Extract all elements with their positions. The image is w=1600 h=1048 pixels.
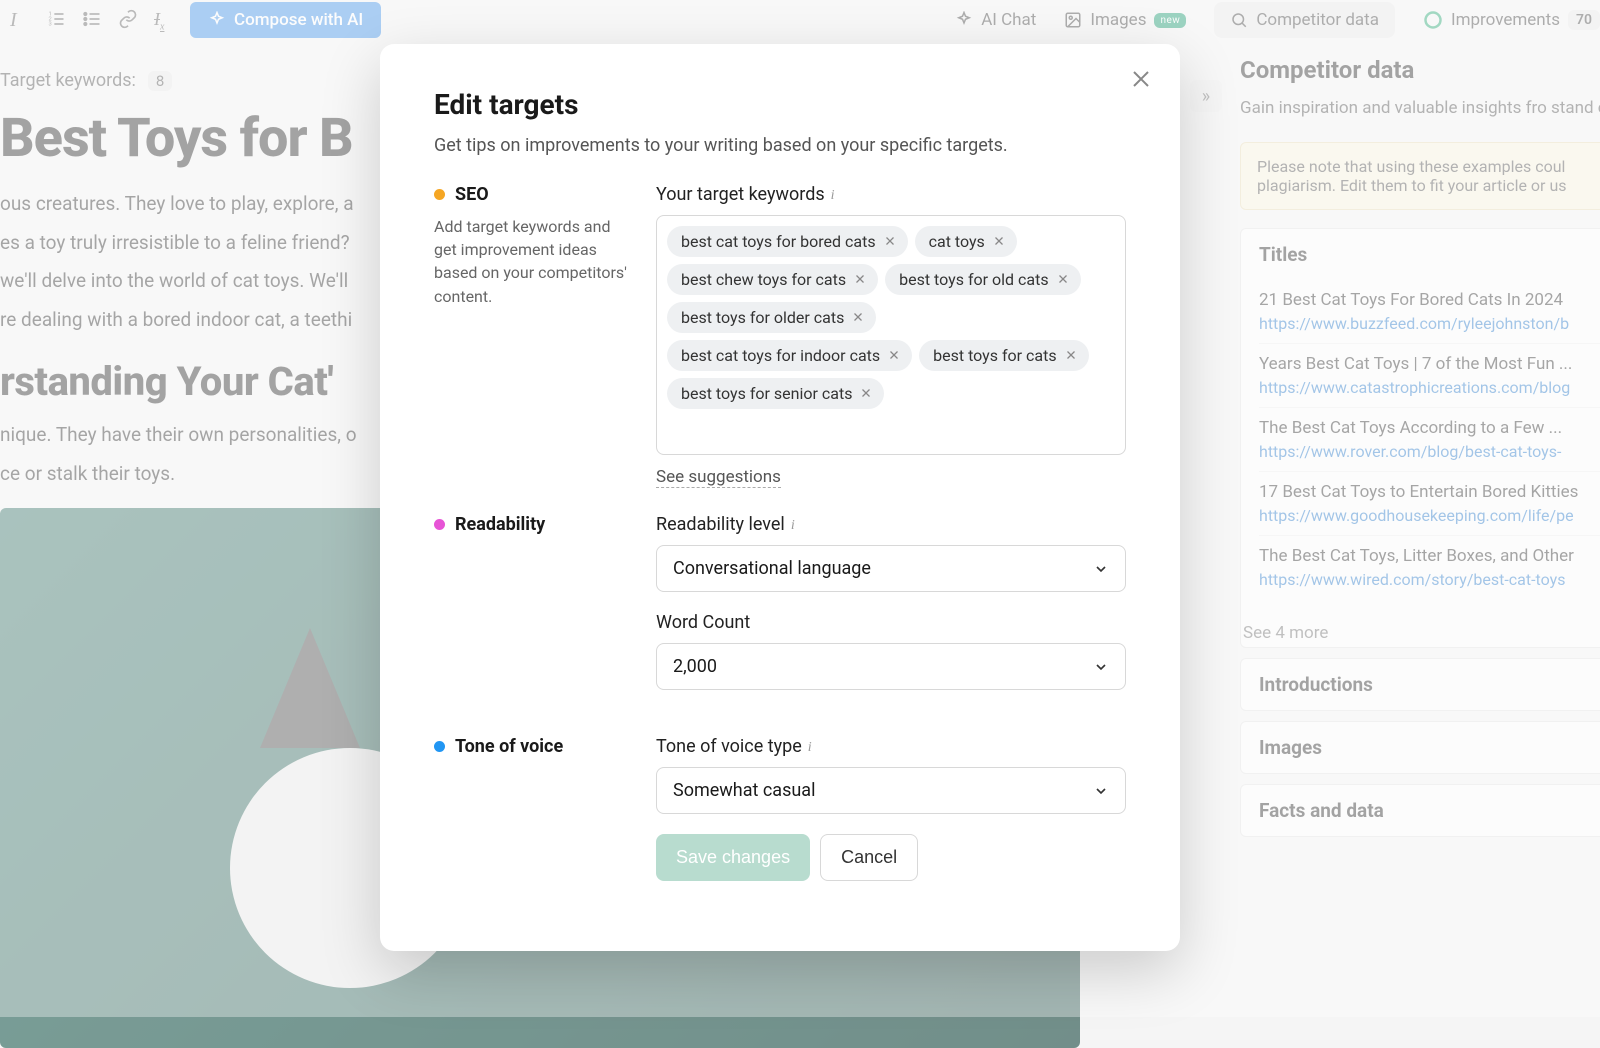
remove-tag-icon[interactable] [1065, 349, 1079, 363]
keyword-tag: best cat toys for bored cats [667, 226, 908, 257]
keyword-tag-label: best toys for senior cats [681, 384, 852, 403]
chevron-down-icon [1093, 561, 1109, 577]
keyword-tag-label: best toys for cats [933, 346, 1056, 365]
keyword-tag-label: best toys for old cats [899, 270, 1048, 289]
keyword-tag-label: cat toys [929, 232, 985, 251]
target-keywords-label: Your target keywords [656, 184, 825, 205]
readability-level-label: Readability level [656, 514, 785, 535]
tone-select[interactable]: Somewhat casual [656, 767, 1126, 814]
seo-dot-icon [434, 189, 445, 200]
edit-targets-modal: Edit targets Get tips on improvements to… [380, 44, 1180, 951]
tone-dot-icon [434, 741, 445, 752]
readability-heading: Readability [455, 514, 545, 535]
tone-type-label: Tone of voice type [656, 736, 802, 757]
keyword-tag-label: best cat toys for indoor cats [681, 346, 880, 365]
remove-tag-icon[interactable] [993, 235, 1007, 249]
see-suggestions-link[interactable]: See suggestions [656, 467, 781, 488]
keyword-tag: best toys for senior cats [667, 378, 884, 409]
keyword-tag: best toys for old cats [885, 264, 1080, 295]
keyword-tag: best toys for older cats [667, 302, 876, 333]
remove-tag-icon[interactable] [860, 387, 874, 401]
save-button[interactable]: Save changes [656, 834, 810, 881]
keyword-tag-label: best chew toys for cats [681, 270, 846, 289]
seo-description: Add target keywords and get improvement … [434, 215, 634, 308]
keyword-tag: best cat toys for indoor cats [667, 340, 912, 371]
cancel-button[interactable]: Cancel [820, 834, 918, 881]
remove-tag-icon[interactable] [888, 349, 902, 363]
keyword-tag: best chew toys for cats [667, 264, 878, 295]
word-count-label: Word Count [656, 612, 750, 633]
chevron-down-icon [1093, 783, 1109, 799]
seo-heading: SEO [455, 184, 489, 205]
keyword-tag: best toys for cats [919, 340, 1088, 371]
remove-tag-icon[interactable] [1057, 273, 1071, 287]
modal-title: Edit targets [434, 88, 1126, 121]
keyword-tag: cat toys [915, 226, 1017, 257]
modal-subtitle: Get tips on improvements to your writing… [434, 135, 1126, 156]
remove-tag-icon[interactable] [854, 273, 868, 287]
tone-heading: Tone of voice [455, 736, 563, 757]
info-icon[interactable]: i [791, 518, 805, 532]
info-icon[interactable]: i [808, 740, 822, 754]
keywords-input[interactable]: best cat toys for bored cats cat toys best… [656, 215, 1126, 455]
keyword-tag-label: best cat toys for bored cats [681, 232, 876, 251]
remove-tag-icon[interactable] [884, 235, 898, 249]
readability-select[interactable]: Conversational language [656, 545, 1126, 592]
readability-dot-icon [434, 519, 445, 530]
keyword-tag-label: best toys for older cats [681, 308, 844, 327]
info-icon[interactable]: i [831, 188, 845, 202]
chevron-down-icon [1093, 659, 1109, 675]
word-count-select[interactable]: 2,000 [656, 643, 1126, 690]
remove-tag-icon[interactable] [852, 311, 866, 325]
close-icon[interactable] [1126, 64, 1156, 94]
